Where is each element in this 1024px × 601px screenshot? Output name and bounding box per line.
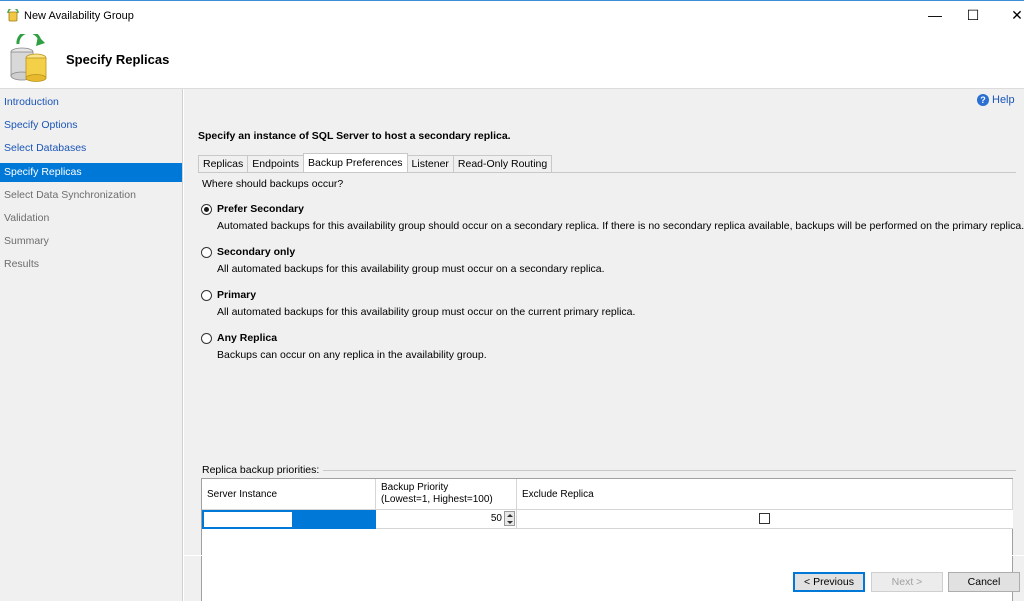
radio-prefer-secondary[interactable] (201, 204, 212, 215)
sidebar-item-select-data-synchronization: Select Data Synchronization (4, 189, 136, 201)
wizard-content: ? Help Specify an instance of SQL Server… (184, 89, 1024, 601)
spin-up-icon[interactable] (507, 514, 513, 517)
instruction-text: Specify an instance of SQL Server to hos… (198, 130, 511, 142)
sidebar-item-introduction[interactable]: Introduction (0, 93, 182, 112)
tab-backup-preferences[interactable]: Backup Preferences (302, 153, 408, 172)
column-header-backup-priority-line2: (Lowest=1, Highest=100) (381, 494, 493, 505)
tab-endpoints[interactable]: Endpoints (247, 155, 304, 172)
group-divider (316, 470, 1016, 471)
maximize-button[interactable]: ☐ (950, 1, 996, 31)
help-label: Help (992, 94, 1015, 106)
replica-backup-priorities-label: Replica backup priorities: (202, 464, 324, 476)
sidebar-item-specify-options[interactable]: Specify Options (0, 116, 182, 135)
sidebar-item-validation: Validation (4, 212, 50, 224)
radio-primary[interactable] (201, 290, 212, 301)
sidebar-item-results: Results (4, 258, 40, 270)
tab-read-only-routing[interactable]: Read-Only Routing (452, 155, 553, 172)
sidebar-item-specify-replicas[interactable]: Specify Replicas (0, 163, 182, 182)
option-description: All automated backups for this availabil… (217, 306, 636, 318)
tab-replicas[interactable]: Replicas (198, 155, 249, 172)
option-label: Primary (217, 289, 257, 301)
priority-spinner[interactable] (504, 511, 515, 526)
footer-divider (184, 555, 1024, 556)
column-header-backup-priority[interactable]: Backup Priority (Lowest=1, Highest=100) (376, 479, 517, 510)
backup-priority-value[interactable]: 50 (491, 513, 502, 524)
availability-group-icon (7, 9, 19, 22)
server-instance-cell[interactable] (202, 510, 294, 529)
exclude-replica-cell (517, 510, 1013, 529)
option-label: Secondary only (217, 246, 296, 258)
option-description: All automated backups for this availabil… (217, 263, 605, 275)
tab-strip: Replicas Endpoints Backup Preferences Li… (198, 153, 553, 173)
title-bar: New Availability Group — ☐ ✕ (0, 0, 1024, 30)
option-label: Prefer Secondary (217, 203, 304, 215)
backup-preferences-panel: Where should backups occur? Prefer Secon… (198, 172, 1024, 601)
option-description: Backups can occur on any replica in the … (217, 349, 487, 361)
column-header-exclude-replica[interactable]: Exclude Replica (517, 479, 1013, 510)
radio-secondary-only[interactable] (201, 247, 212, 258)
server-instance-selection[interactable] (294, 510, 376, 529)
cancel-button[interactable]: Cancel (948, 572, 1020, 592)
exclude-replica-checkbox[interactable] (759, 513, 770, 524)
backup-question: Where should backups occur? (202, 178, 344, 190)
radio-any-replica[interactable] (201, 333, 212, 344)
sidebar-item-summary: Summary (4, 235, 49, 247)
spin-down-icon[interactable] (507, 521, 513, 524)
previous-button[interactable]: < Previous (793, 572, 865, 592)
option-label: Any Replica (217, 332, 278, 344)
wizard-sidebar: Introduction Specify Options Select Data… (0, 89, 183, 601)
tab-listener[interactable]: Listener (406, 155, 454, 172)
close-button[interactable]: ✕ (994, 1, 1024, 31)
help-icon: ? (977, 94, 989, 106)
wizard-header: Specify Replicas (0, 30, 1024, 88)
sidebar-item-select-databases[interactable]: Select Databases (0, 139, 182, 158)
column-header-backup-priority-line1: Backup Priority (381, 482, 449, 493)
database-sync-icon (10, 34, 47, 82)
page-title: Specify Replicas (66, 52, 170, 67)
next-button[interactable]: Next > (871, 572, 943, 592)
window-title: New Availability Group (24, 10, 134, 22)
column-header-server-instance[interactable]: Server Instance (202, 479, 376, 510)
option-description: Automated backups for this availability … (217, 220, 1024, 232)
backup-priority-cell[interactable]: 50 (376, 510, 517, 529)
help-link[interactable]: ? Help (977, 94, 1015, 106)
